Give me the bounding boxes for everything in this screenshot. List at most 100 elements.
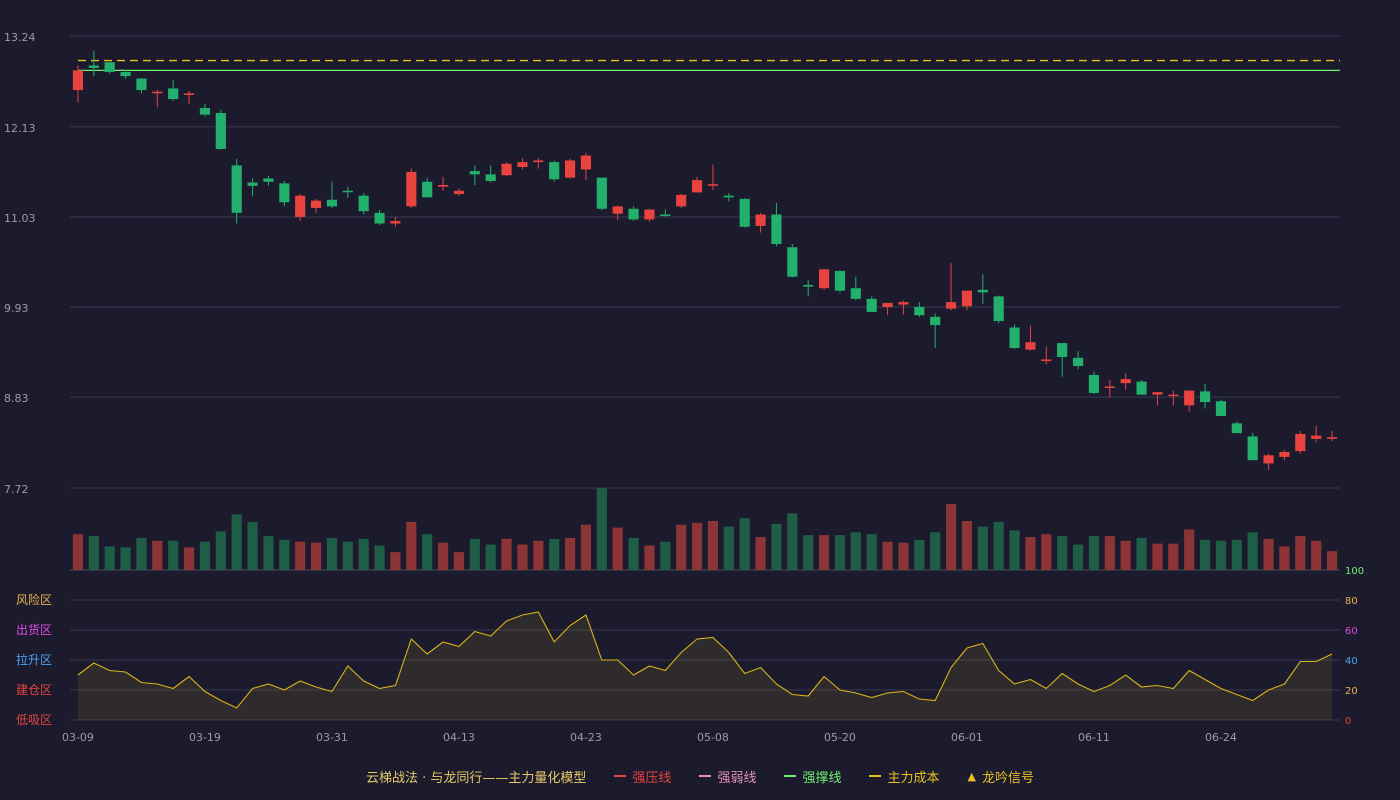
volume-bar [612,527,623,570]
volume-bar [310,542,322,570]
candle-body [1104,386,1115,388]
volume-bar [834,535,846,570]
candle-body [1231,423,1242,434]
candle-body [882,302,893,308]
date-tick-label: 03-31 [316,731,348,744]
candle-body [676,194,687,207]
volume-bar [993,521,1004,570]
volume-bar [1088,536,1100,570]
zone-label: 建仓区 [16,683,52,697]
volume-bar [1168,543,1179,570]
legend-item-strong-weak[interactable]: 强弱线 [699,767,756,786]
legend-item-strong-pressure[interactable]: 强压线 [614,767,671,786]
oscillator-tick-label: 0 [1345,716,1351,727]
candle-body [580,155,592,170]
zone-label: 出货区 [16,622,52,637]
legend-item-strong-support[interactable]: 强撑线 [784,767,841,786]
volume-bar [406,521,417,570]
volume-bar [549,538,560,570]
volume-bar [326,537,338,570]
oscillator-tick-label: 80 [1345,596,1358,607]
candle-body [993,296,1004,321]
candle-body [1215,401,1227,416]
legend-label: 主力成本 [887,770,940,786]
candle-body [1025,342,1036,350]
volume-bar [628,537,639,570]
candle-body [564,160,576,178]
date-tick-label: 03-09 [62,731,94,744]
legend-swatch [614,775,627,777]
volume-bar [215,531,226,570]
legend-swatch [699,775,712,777]
candle-body [739,198,750,227]
candle-body [1168,394,1179,397]
price-tick-label: 8.83 [4,392,29,405]
candle-body [1057,343,1068,357]
candle-body [914,307,925,316]
volume-bar [168,540,179,570]
candle-body [342,190,353,193]
candle-body [1088,375,1100,394]
volume-bar [358,538,369,570]
date-tick-label: 06-24 [1205,731,1237,744]
volume-bar [1326,551,1338,570]
volume-bar [850,532,861,570]
volume-bar [1263,538,1274,570]
candle-body [533,160,544,163]
volume-bar [152,540,163,570]
volume-bar [930,532,941,570]
volume-bar [437,542,449,570]
volume-bar [961,520,973,570]
volume-bar [644,545,655,570]
volume-bar [660,541,671,570]
candle-body [72,70,84,91]
candle-body [469,171,480,175]
volume-bar [707,520,719,570]
legend-label: 强压线 [632,770,672,786]
candle-body [168,88,179,100]
volume-bar [1009,530,1020,570]
oscillator-area [77,612,1333,720]
legend-item-main-cost[interactable]: 主力成本 [869,767,939,786]
candle-body [422,181,433,198]
zone-label: 拉升区 [16,652,52,667]
volume-bar [342,541,353,570]
volume-bar [803,535,814,570]
volume-bar [1120,540,1131,570]
legend-item-dragon-signal[interactable]: ▲ 龙吟信号 [967,767,1033,786]
date-tick-label: 03-19 [189,731,221,744]
candle-body [803,284,814,287]
volume-bar [469,538,480,570]
candle-body [1072,357,1084,366]
date-tick-label: 04-23 [570,731,602,744]
candle-body [453,190,465,195]
volume-bar [945,504,957,570]
volume-bar [1041,534,1052,570]
candle-body [834,271,846,291]
candle-body [549,162,560,180]
candle-body [755,214,766,226]
volume-bar [1025,537,1036,570]
triangle-icon: ▲ [967,769,976,783]
candle-body [199,108,211,115]
candle-body [104,62,115,73]
candle-body [279,183,290,203]
volume-bar [501,538,512,570]
volume-bar [1152,543,1163,570]
candle-body [644,209,655,220]
oscillator-tick-label: 100 [1345,566,1364,577]
volume-bar [295,541,306,570]
candle-body [1120,379,1131,384]
date-tick-label: 06-11 [1078,731,1110,744]
candle-body [406,171,417,207]
volume-bar [422,534,433,570]
candle-body [977,289,988,293]
volume-bar [818,535,830,570]
candle-body [263,178,274,182]
candle-body [945,302,957,309]
candle-body [961,290,973,307]
candle-body [628,208,639,220]
candle-body [183,93,195,95]
candle-body [1326,437,1338,439]
candle-body [707,184,719,186]
